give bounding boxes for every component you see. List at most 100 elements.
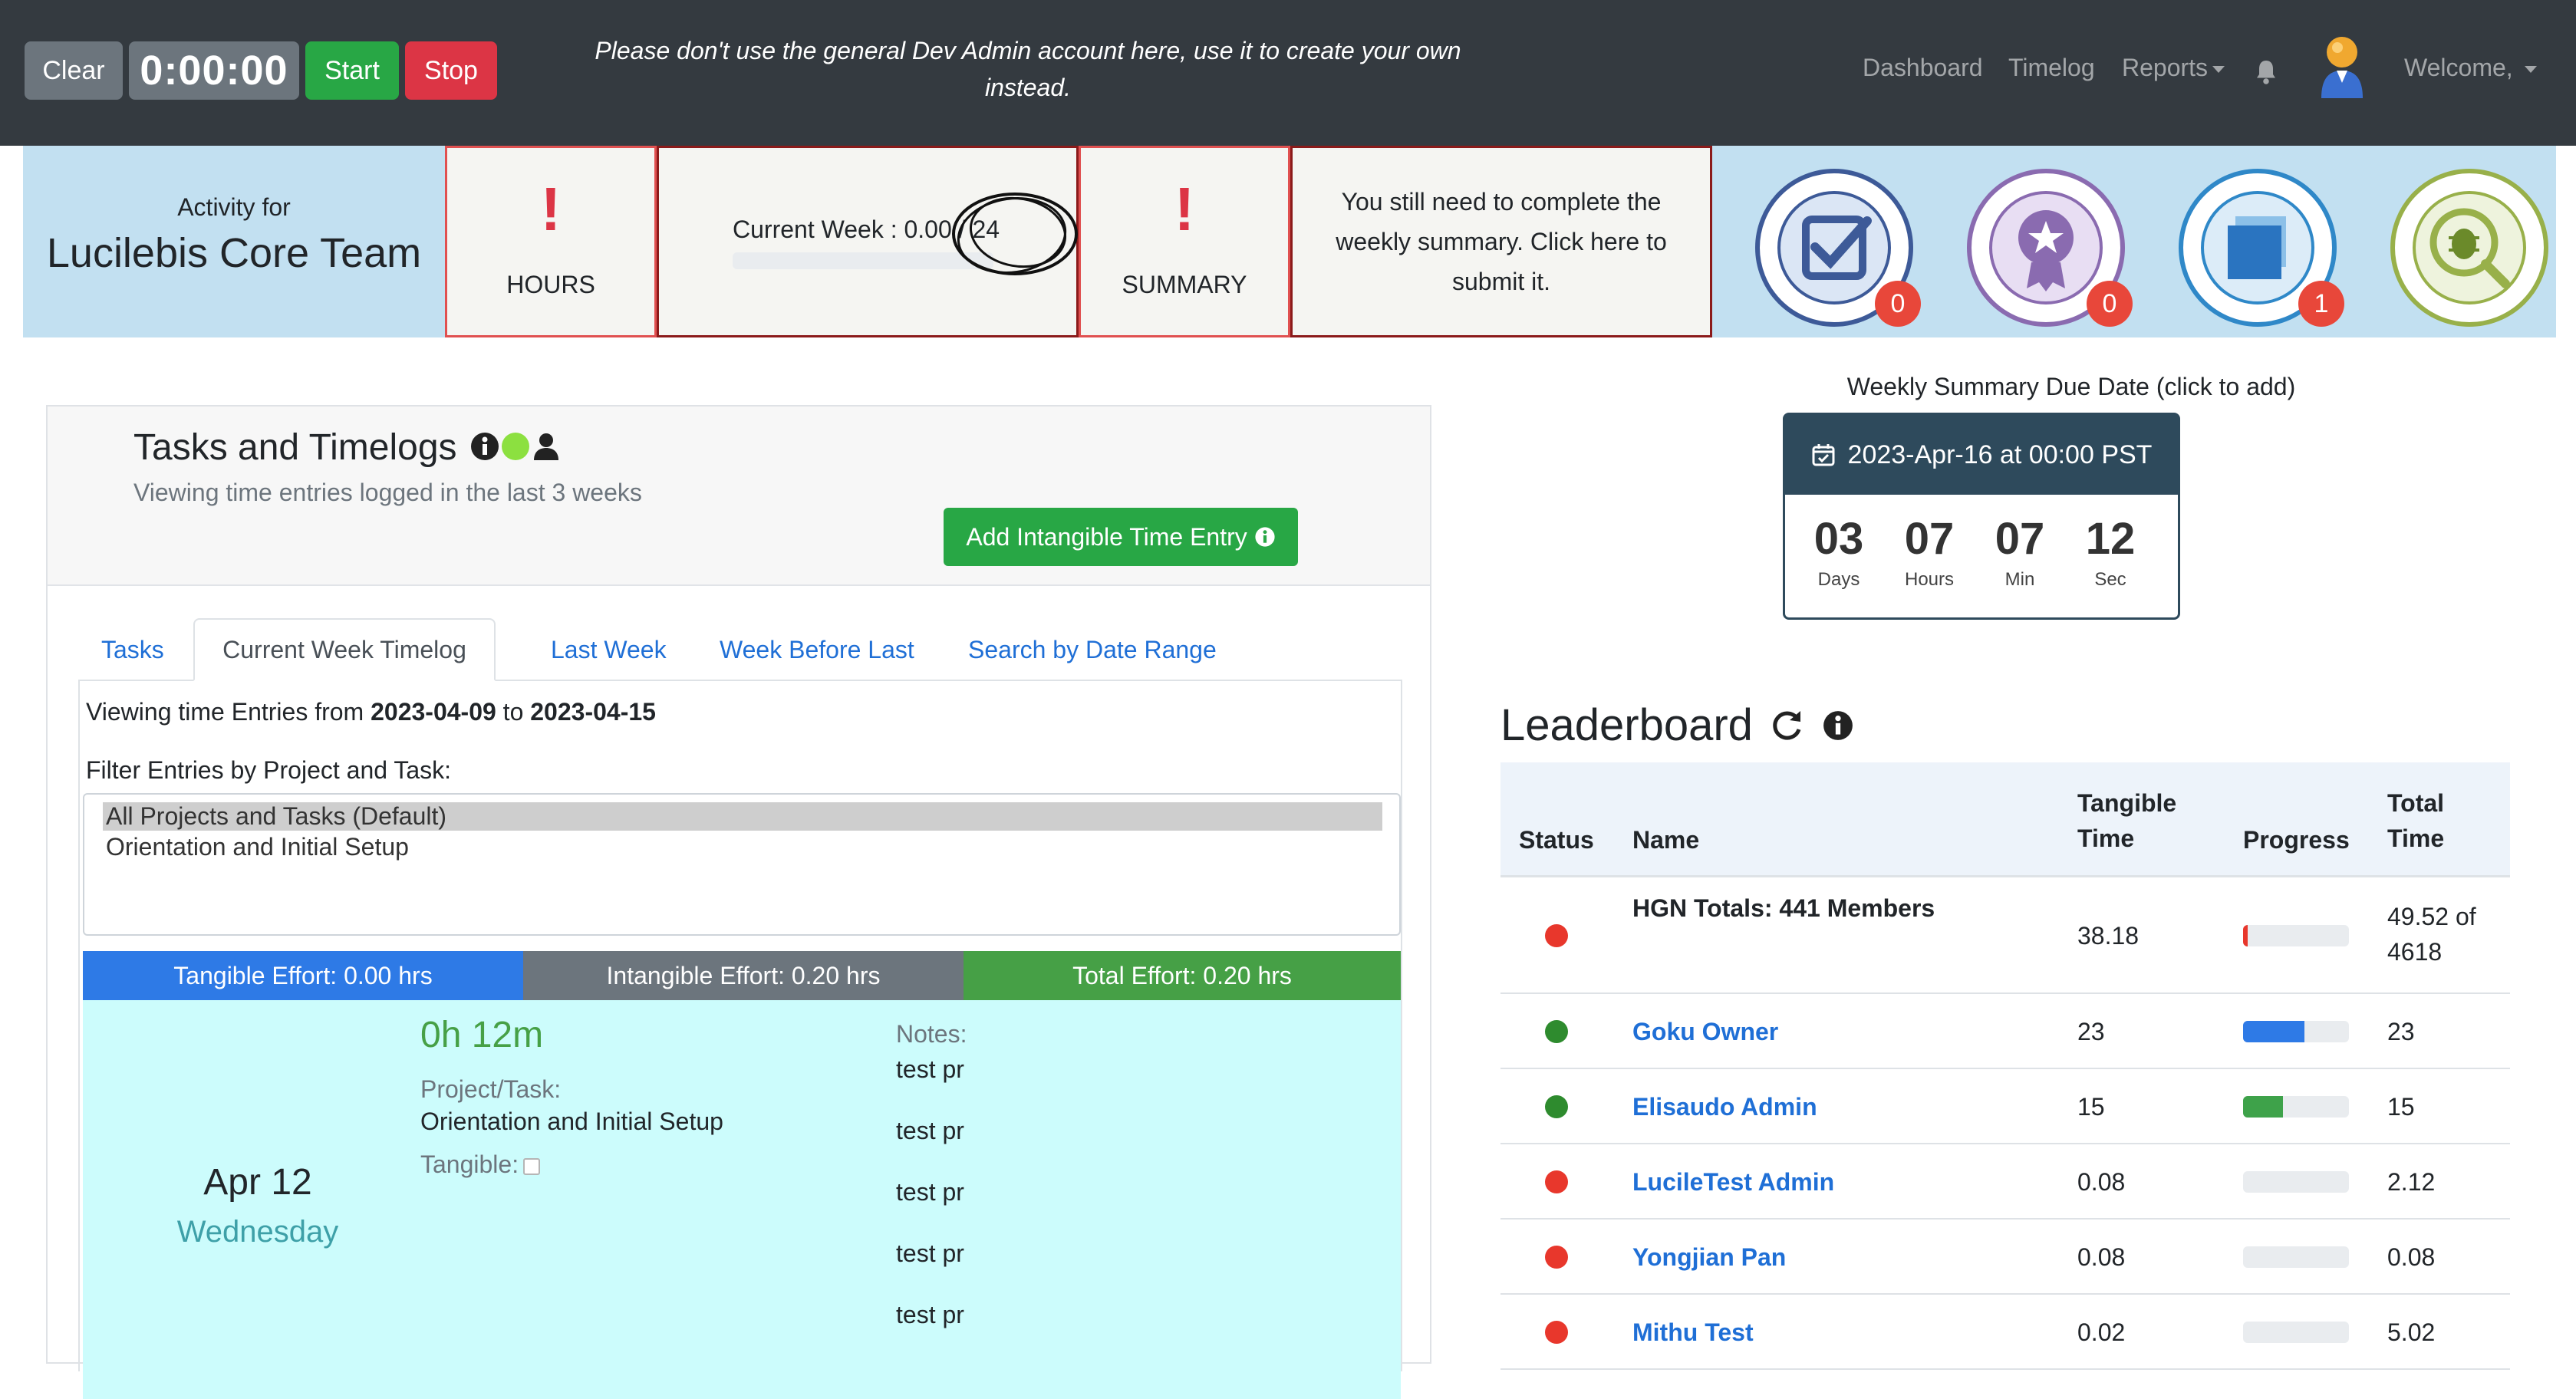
tab-current-week-timelog[interactable]: Current Week Timelog	[193, 618, 496, 681]
leaderboard-row: Goku Owner 23 23	[1500, 994, 2510, 1069]
entry-note: test pr	[896, 1301, 964, 1328]
total-time-value: 23	[2387, 1018, 2415, 1045]
leaderboard-member-link[interactable]: Elisaudo Admin	[1632, 1093, 1817, 1121]
nav-dashboard-link[interactable]: Dashboard	[1863, 54, 1983, 82]
status-green-dot-icon	[502, 433, 529, 460]
countdown-days-unit: Days	[1817, 569, 1860, 590]
project-task-filter-select[interactable]: All Projects and Tasks (Default) Orienta…	[83, 793, 1401, 936]
leaderboard-member-link[interactable]: Goku Owner	[1632, 1018, 1778, 1046]
refresh-icon[interactable]	[1770, 708, 1805, 743]
weekly-summary-due-date-label[interactable]: Weekly Summary Due Date (click to add)	[1688, 373, 2455, 401]
status-dot-icon	[1545, 1321, 1568, 1344]
leaderboard-member-link[interactable]: LucileTest Admin	[1632, 1168, 1834, 1197]
countdown-sec: 12 Sec	[2072, 513, 2149, 591]
project-task-label: Project/Task:	[420, 1075, 562, 1103]
badge-count: 1	[2298, 281, 2344, 327]
leaderboard-row: Yongjian Pan 0.08 0.08	[1500, 1220, 2510, 1295]
total-time-value: 5.02	[2387, 1318, 2436, 1346]
badge-count: 0	[1875, 281, 1921, 327]
leaderboard-row: HGN Totals: 441 Members 38.18 49.52 of 461…	[1500, 877, 2510, 994]
leaderboard-title: Leaderboard	[1500, 700, 1753, 750]
bell-icon[interactable]	[2252, 58, 2280, 86]
header-name: Name	[1632, 826, 1700, 854]
summary-alert-icon: !	[1174, 175, 1195, 243]
welcome-user-dropdown[interactable]: Welcome,	[2404, 54, 2537, 82]
tangible-checkbox[interactable]	[523, 1157, 541, 1175]
viewing-from-date: 2023-04-09	[371, 698, 496, 726]
leaderboard-totals-label: HGN Totals: 441 Members	[1632, 894, 1935, 922]
current-week-tab-pane: Viewing time Entries from 2023-04-09 to …	[78, 681, 1402, 1399]
tangible-time-value: 15	[2077, 1093, 2105, 1121]
filter-option-orientation[interactable]: Orientation and Initial Setup	[103, 833, 412, 861]
add-intangible-time-entry-button[interactable]: Add Intangible Time Entry	[944, 508, 1298, 566]
entry-note: test pr	[896, 1117, 964, 1144]
header-total-time: Total Time	[2387, 789, 2445, 852]
user-icon[interactable]	[531, 431, 562, 462]
report-bug-icon[interactable]	[2389, 167, 2550, 328]
info-icon	[1255, 527, 1275, 547]
countdown-hours-unit: Hours	[1904, 569, 1955, 590]
clear-timer-button[interactable]: Clear	[25, 41, 123, 100]
tasks-timelogs-panel: Tasks and Timelogs Viewing time entries …	[46, 405, 1431, 1399]
total-effort-bar: Total Effort: 0.20 hrs	[964, 951, 1401, 1000]
timelog-tabs: Tasks Current Week Timelog Last Week Wee…	[78, 618, 1402, 681]
summary-label: SUMMARY	[1122, 271, 1247, 298]
countdown-min-value: 07	[1995, 514, 2045, 564]
stop-timer-button[interactable]: Stop	[405, 41, 497, 100]
progress-bar-fill	[2243, 1021, 2305, 1042]
add-button-label: Add Intangible Time Entry	[966, 522, 1247, 551]
top-navbar: Clear 0:00:00 Start Stop Please don't us…	[0, 0, 2576, 146]
intangible-effort-bar: Intangible Effort: 0.20 hrs	[523, 951, 964, 1000]
info-icon[interactable]	[1822, 709, 1854, 742]
leaderboard-row: Mithu Test 0.02 5.02	[1500, 1295, 2510, 1370]
panel-subtitle: Viewing time entries logged in the last …	[133, 479, 642, 506]
viewing-to-date: 2023-04-15	[530, 698, 656, 726]
due-date-countdown[interactable]: 2023-Apr-16 at 00:00 PST 03 Days 07 Hour…	[1783, 413, 2180, 620]
countdown-hours-value: 07	[1904, 514, 1955, 564]
viewing-prefix: Viewing time Entries from	[86, 698, 371, 726]
countdown-days: 03 Days	[1800, 513, 1877, 591]
dev-admin-warning: Please don't use the general Dev Admin a…	[595, 37, 1461, 101]
entry-note: test pr	[896, 1055, 964, 1083]
filter-option-all[interactable]: All Projects and Tasks (Default)	[103, 802, 1382, 831]
status-dot-icon	[1545, 1095, 1568, 1118]
nav-timelog-link[interactable]: Timelog	[2008, 54, 2095, 82]
tangible-time-value: 0.08	[2077, 1243, 2126, 1271]
nav-reports-dropdown[interactable]: Reports	[2122, 54, 2225, 82]
entry-note: test pr	[896, 1239, 964, 1267]
total-time-value: 15	[2387, 1093, 2415, 1121]
current-week-card[interactable]: Current Week : 0.00 / 24	[657, 146, 1079, 337]
total-time-value: 0.08	[2387, 1243, 2436, 1271]
leaderboard-member-link[interactable]: Mithu Test	[1632, 1318, 1754, 1347]
progress-bar	[2243, 1171, 2349, 1193]
hours-alert-icon: !	[540, 175, 562, 243]
welcome-label: Welcome,	[2404, 54, 2513, 81]
weekly-summary-reminder[interactable]: You still need to complete the weekly su…	[1290, 146, 1712, 337]
tab-tasks[interactable]: Tasks	[101, 618, 164, 681]
progress-bar	[2243, 1096, 2349, 1118]
progress-bar	[2243, 1021, 2349, 1042]
header-status: Status	[1519, 826, 1594, 854]
start-timer-button[interactable]: Start	[305, 41, 399, 100]
badges-area: 0 0 1	[1712, 146, 2556, 337]
entry-date: Apr 12	[203, 1162, 312, 1203]
tangible-label: Tangible:	[420, 1150, 519, 1178]
leaderboard-member-link[interactable]: Yongjian Pan	[1632, 1243, 1786, 1272]
tangible-time-value: 0.08	[2077, 1168, 2126, 1196]
calendar-check-icon	[1812, 444, 1835, 466]
info-icon[interactable]	[469, 431, 500, 462]
panel-title: Tasks and Timelogs	[133, 427, 457, 468]
progress-bar-fill	[2243, 1096, 2284, 1118]
total-time-value: 49.52 of 4618	[2387, 903, 2476, 966]
chevron-down-icon	[2524, 66, 2537, 74]
profile-avatar-icon[interactable]	[2315, 32, 2369, 100]
tab-last-week[interactable]: Last Week	[551, 618, 667, 681]
summary-status-card[interactable]: ! SUMMARY	[1079, 146, 1290, 337]
hours-status-card[interactable]: ! HOURS	[445, 146, 657, 337]
activity-for-label: Activity for	[177, 193, 291, 221]
status-dot-icon	[1545, 924, 1568, 947]
tab-week-before-last[interactable]: Week Before Last	[720, 618, 914, 681]
tab-search-by-date-range[interactable]: Search by Date Range	[968, 618, 1217, 681]
viewing-range-text: Viewing time Entries from 2023-04-09 to …	[86, 698, 656, 726]
timer-display: 0:00:00	[129, 41, 299, 100]
